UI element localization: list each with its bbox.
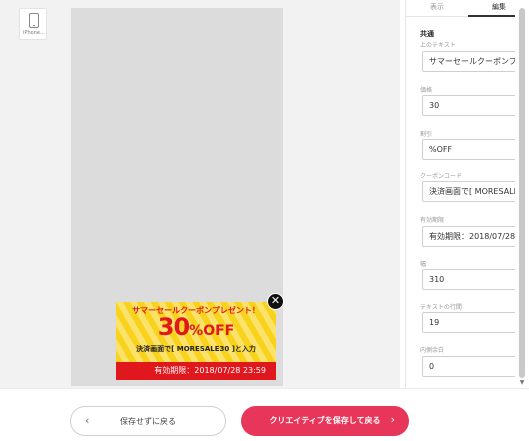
scroll-down-icon[interactable]: ▼ <box>518 380 526 386</box>
tab-view[interactable]: 表示 <box>406 0 468 17</box>
coupon-discount: 30%OFF <box>116 313 276 341</box>
field-label-line-height: テキストの行間 <box>420 304 462 311</box>
field-label-padding: 内側余白 <box>420 347 445 354</box>
field-label-price: 価格 <box>420 87 433 94</box>
top-text-input[interactable]: サマーセールクーポンプ <box>422 51 520 72</box>
coupon-code-input[interactable]: 決済画面で[ MORESALE <box>422 181 520 202</box>
field-label-expiry: 有効期限 <box>420 217 445 224</box>
save-button-label: クリエイティブを保存して戻る <box>269 416 381 425</box>
discount-suffix: %OFF <box>189 323 235 339</box>
section-title: 共通 <box>420 30 434 38</box>
field-label-top-text: 上のテキスト <box>420 42 456 49</box>
field-label-discount: 割引 <box>420 131 433 138</box>
discount-input[interactable]: %OFF <box>422 139 520 160</box>
padding-input[interactable]: 0 <box>422 356 520 377</box>
coupon-expiry: 有効期限：2018/07/28 23:59 <box>116 362 276 380</box>
back-without-saving-button[interactable]: ‹ 保存せずに戻る <box>70 406 226 436</box>
field-label-coupon-code: クーポンコード <box>420 173 463 180</box>
edit-panel: 表示 編集 共通 上のテキスト サマーセールクーポンプ 価格 30 割引 %OF… <box>405 0 529 388</box>
close-icon[interactable]: ✕ <box>267 293 284 310</box>
phone-icon <box>29 13 39 28</box>
coupon-banner[interactable]: サマーセールクーポンプレゼント！ 30%OFF 決済画面で[ MORESALE3… <box>116 302 276 380</box>
width-input[interactable]: 310 <box>422 269 520 290</box>
field-label-width: 幅 <box>420 261 427 268</box>
coupon-code-text: 決済画面で[ MORESALE30 ]と入力 <box>136 345 256 353</box>
chevron-right-icon: › <box>390 413 395 426</box>
save-and-return-button[interactable]: クリエイティブを保存して戻る › <box>241 406 409 436</box>
panel-tabs: 表示 編集 <box>406 0 529 17</box>
device-selector[interactable]: iPhone… <box>19 8 47 40</box>
device-label: iPhone… <box>23 30 45 36</box>
back-button-label: 保存せずに戻る <box>120 417 176 426</box>
panel-scrollbar-thumb[interactable] <box>519 8 525 378</box>
discount-number: 30 <box>157 313 190 341</box>
price-input[interactable]: 30 <box>422 95 520 116</box>
line-height-input[interactable]: 19 <box>422 312 520 333</box>
expiry-input[interactable]: 有効期限：2018/07/28 <box>422 226 520 247</box>
